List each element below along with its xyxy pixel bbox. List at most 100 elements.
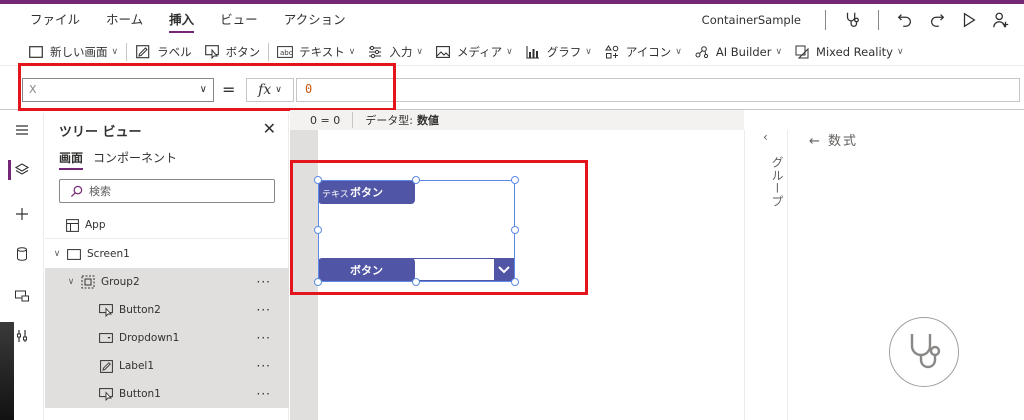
button-icon: [99, 303, 113, 317]
tree-item-group2[interactable]: ∨ Group2 ···: [45, 268, 289, 296]
label-button[interactable]: ラベル: [129, 40, 198, 64]
highlight-box-group: [290, 160, 588, 295]
menu-home[interactable]: ホーム: [106, 4, 143, 36]
tab-components[interactable]: コンポーネント: [93, 149, 177, 170]
chevron-down-icon[interactable]: ∨: [65, 277, 77, 287]
database-icon: [17, 247, 27, 261]
redo-icon: [930, 14, 945, 27]
chevron-down-icon: ∨: [675, 46, 682, 57]
tree-search-input[interactable]: 検索: [59, 179, 275, 203]
icons-label: アイコン: [625, 44, 672, 59]
shapes-icon: [604, 44, 620, 60]
chevron-down-icon: ∨: [585, 46, 592, 57]
media-icon: [15, 290, 29, 302]
media-button[interactable]: メディア ∨: [429, 40, 519, 64]
button-label: ボタン: [225, 44, 261, 59]
icons-button[interactable]: アイコン ∨: [598, 40, 688, 64]
app-icon: [65, 218, 79, 232]
tree-item-screen1[interactable]: ∨ Screen1: [45, 240, 289, 268]
ai-builder-button[interactable]: AI Builder ∨: [688, 40, 788, 64]
more-options-icon[interactable]: ···: [257, 331, 271, 345]
insert-toolbar: 新しい画面 ∨ ラベル ボタン abc テキスト ∨ 入力 ∨ メディア ∨ グラフ ∨ …: [0, 38, 1024, 66]
menu-bar: ファイル ホーム 挿入 ビュー アクション ContainerSample: [0, 4, 1024, 36]
datatype-value: 数値: [416, 114, 439, 127]
chevron-down-icon: ∨: [775, 46, 783, 57]
divider: [268, 42, 270, 61]
divider: [45, 238, 289, 239]
chevron-down-icon: ∨: [348, 46, 356, 57]
data-button[interactable]: [0, 239, 44, 269]
back-to-formula-link[interactable]: ← 数式: [809, 130, 858, 149]
tree-view-panel: ツリー ビュー ✕ 画面 コンポーネント 検索 App ∨ Screen1 ∨ …: [45, 113, 289, 420]
new-screen-button[interactable]: 新しい画面 ∨: [22, 40, 124, 64]
menu-file[interactable]: ファイル: [30, 4, 80, 36]
redo-button[interactable]: [924, 7, 950, 33]
ai-builder-icon: [694, 44, 710, 60]
group-properties-strip: ‹ グループ: [744, 130, 788, 420]
search-icon: [70, 185, 83, 197]
label-label: ラベル: [157, 44, 192, 59]
menu-view[interactable]: ビュー: [220, 4, 258, 36]
new-screen-label: 新しい画面: [50, 44, 108, 59]
image-icon: [435, 44, 451, 60]
tree-tabs: 画面 コンポーネント: [59, 149, 177, 170]
chevron-down-icon: ∨: [506, 46, 513, 57]
undo-button[interactable]: [892, 7, 918, 33]
menu-insert[interactable]: 挿入: [169, 4, 195, 36]
divider: [352, 112, 354, 128]
tree-item-label: Screen1: [87, 248, 130, 260]
tree-item-app[interactable]: App: [45, 211, 289, 239]
formula-input[interactable]: 0: [296, 78, 1020, 102]
hamburger-button[interactable]: [0, 115, 44, 145]
group-icon: [81, 275, 95, 289]
chart-button[interactable]: グラフ ∨: [519, 40, 598, 64]
app-checker-illustration: [889, 317, 959, 387]
chevron-down-icon[interactable]: ∨: [51, 249, 63, 259]
chevron-down-icon: ∨: [416, 46, 423, 57]
tab-screens[interactable]: 画面: [59, 149, 84, 170]
tree-item-label: App: [85, 219, 106, 231]
app-checker-button[interactable]: [839, 7, 865, 33]
divider: [825, 10, 826, 30]
mixed-reality-label: Mixed Reality: [816, 44, 893, 59]
dropdown-icon: [99, 331, 113, 345]
insert-button[interactable]: [0, 199, 44, 229]
edit-icon: [135, 44, 151, 60]
preview-button[interactable]: [956, 7, 982, 33]
mixed-reality-button[interactable]: Mixed Reality ∨: [788, 40, 910, 64]
close-icon[interactable]: ✕: [263, 119, 276, 138]
divider: [126, 42, 128, 61]
tree-view-title: ツリー ビュー: [59, 125, 142, 140]
tree-item-button1[interactable]: Button1 ···: [45, 380, 289, 408]
text-button[interactable]: abc テキスト ∨: [271, 40, 361, 64]
chevron-left-icon[interactable]: ‹: [763, 130, 768, 144]
more-options-icon[interactable]: ···: [257, 387, 271, 401]
share-button[interactable]: [988, 7, 1014, 33]
input-label: 入力: [389, 44, 413, 59]
person-add-icon: [993, 12, 1009, 28]
search-placeholder: 検索: [89, 185, 111, 198]
coordinate-readout: 0 = 0: [310, 113, 341, 127]
plus-icon: [16, 208, 28, 220]
divider: [878, 10, 879, 30]
menu-action[interactable]: アクション: [284, 4, 346, 36]
more-options-icon[interactable]: ···: [257, 359, 271, 373]
mixed-reality-icon: [794, 44, 810, 60]
screen-icon: [28, 44, 44, 60]
tree-item-label: Group2: [101, 276, 140, 288]
chevron-down-icon: ∨: [896, 46, 904, 57]
chevron-down-icon: ∨: [111, 46, 119, 57]
more-options-icon[interactable]: ···: [257, 275, 271, 289]
hamburger-icon: [16, 125, 28, 135]
tree-view-button[interactable]: [0, 155, 44, 185]
tree-item-label1[interactable]: Label1 ···: [45, 352, 289, 380]
more-options-icon[interactable]: ···: [257, 303, 271, 317]
media-rail-button[interactable]: [0, 281, 44, 311]
screen-icon: [67, 247, 81, 261]
tree-item-dropdown1[interactable]: Dropdown1 ···: [45, 324, 289, 352]
button-button[interactable]: ボタン: [198, 40, 267, 64]
svg-text:abc: abc: [280, 49, 293, 57]
tree-item-button2[interactable]: Button2 ···: [45, 296, 289, 324]
button-icon: [204, 44, 220, 60]
input-button[interactable]: 入力 ∨: [361, 40, 429, 64]
